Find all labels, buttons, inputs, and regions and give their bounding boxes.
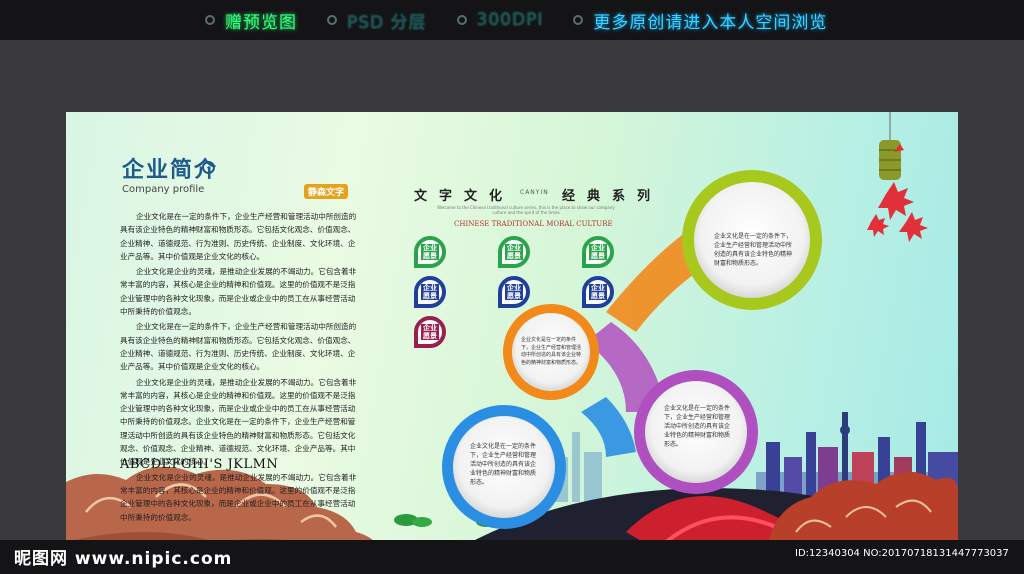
circle-text-purple: 企业文化是在一定的条件下，企业生产经营和管理活动中所创造的具有该企业特色的精神财… bbox=[664, 405, 731, 448]
tag-line: 愿景 bbox=[505, 292, 523, 300]
stamp: 静森文字 bbox=[304, 184, 349, 199]
alphabet-line: ABCDEFGHI'S JKLMN bbox=[120, 457, 279, 472]
top-item-preview: 赠预览图 bbox=[205, 8, 297, 33]
heading-right: 经典系列 bbox=[562, 189, 663, 204]
circle-bullet-icon bbox=[327, 15, 337, 25]
paragraph: 企业文化是企业的灵魂，是推动企业发展的不竭动力。它包含着非常丰富的内容，其核心是… bbox=[120, 472, 357, 522]
top-item-psd: PSD 分层 bbox=[327, 8, 427, 33]
tag-line: 企业 bbox=[505, 284, 523, 292]
title-en: Company profile bbox=[122, 184, 205, 195]
tag-line: 企业 bbox=[421, 284, 439, 292]
circle-bullet-icon bbox=[205, 15, 215, 25]
poster: 企业简介 ⌄ Company profile 静森文字 企业文化是在一定的条件下… bbox=[66, 112, 958, 556]
lantern bbox=[879, 112, 904, 180]
tag-line: 愿景 bbox=[505, 252, 523, 260]
paragraph: 企业文化是在一定的条件下，企业生产经营和管理活动中所创造的具有该企业特色的精神财… bbox=[120, 212, 357, 261]
tag-vision: 企业 愿景 bbox=[414, 316, 446, 348]
maple-leaves bbox=[867, 182, 928, 242]
tag-line: 愿景 bbox=[589, 292, 607, 300]
site-logo: 昵图网 www.nipic.com bbox=[14, 549, 233, 569]
chevron-down-icon: ⌄ bbox=[202, 161, 215, 174]
subtitle: Welcome to the Chinese traditional cultu… bbox=[437, 205, 615, 215]
heading-left: 文字文化 bbox=[414, 189, 515, 204]
body-text: 企业文化是在一定的条件下，企业生产经营和管理活动中所创造的具有该企业特色的精神财… bbox=[120, 210, 360, 526]
image-id: ID:12340304 NO:20170718131447773037 bbox=[795, 548, 1009, 559]
tag-line: 企业 bbox=[589, 244, 607, 252]
paragraph: 企业文化是企业的灵魂，是推动企业发展的不竭动力。它包含着非常丰富的内容，其核心是… bbox=[120, 377, 357, 467]
tag-line: 愿景 bbox=[421, 332, 439, 340]
tag-vision: 企业 愿景 bbox=[582, 236, 614, 268]
circle-text-green: 企业文化是在一定的条件下，企业生产经营和管理活动中所创造的具有该企业特色的精神财… bbox=[714, 233, 793, 267]
tag-vision: 企业 愿景 bbox=[498, 236, 530, 268]
top-banner: 赠预览图 PSD 分层 300DPI 更多原创请进入本人空间浏览 bbox=[0, 0, 1024, 40]
tag-vision: 企业 愿景 bbox=[414, 236, 446, 268]
tag-vision: 企业 愿景 bbox=[414, 276, 446, 308]
tag-line: 愿景 bbox=[421, 252, 439, 260]
tag-line: 企业 bbox=[589, 284, 607, 292]
paragraph: 企业文化是在一定的条件下，企业生产经营和管理活动中所创造的具有该企业特色的精神财… bbox=[120, 322, 357, 372]
top-item-dpi: 300DPI bbox=[456, 10, 544, 30]
tag-vision: 企业 愿景 bbox=[582, 276, 614, 308]
top-item-label: 更多原创请进入本人空间浏览 bbox=[593, 12, 828, 33]
circle-text-orange: 企业文化是在一定的条件下，企业生产经营和管理活动中所创造的具有该企业特色的精神财… bbox=[521, 337, 582, 366]
top-item-label: PSD 分层 bbox=[347, 12, 427, 33]
tag-line: 愿景 bbox=[589, 252, 607, 260]
tag-line: 企业 bbox=[421, 324, 439, 332]
top-item-label: 赠预览图 bbox=[225, 12, 297, 33]
circle-text-blue: 企业文化是在一定的条件下，企业生产经营和管理活动中所创造的具有该企业特色的精神财… bbox=[470, 443, 537, 486]
tag-line: 企业 bbox=[505, 244, 523, 252]
tag-line: 愿景 bbox=[421, 292, 439, 300]
subtitle-en: CHINESE TRADITIONAL MORAL CULTURE bbox=[454, 220, 613, 228]
tag-line: 企业 bbox=[421, 244, 439, 252]
circle-bullet-icon bbox=[456, 15, 467, 25]
paragraph: 企业文化是企业的灵魂，是推动企业发展的不竭动力。它包含着非常丰富的内容，其核心是… bbox=[120, 267, 357, 317]
circle-bullet-icon bbox=[573, 15, 584, 25]
tag-vision: 企业 愿景 bbox=[498, 276, 530, 308]
top-item-more: 更多原创请进入本人空间浏览 bbox=[573, 8, 827, 33]
heading-small: CANYIN bbox=[520, 189, 549, 196]
top-item-label: 300DPI bbox=[476, 10, 544, 30]
